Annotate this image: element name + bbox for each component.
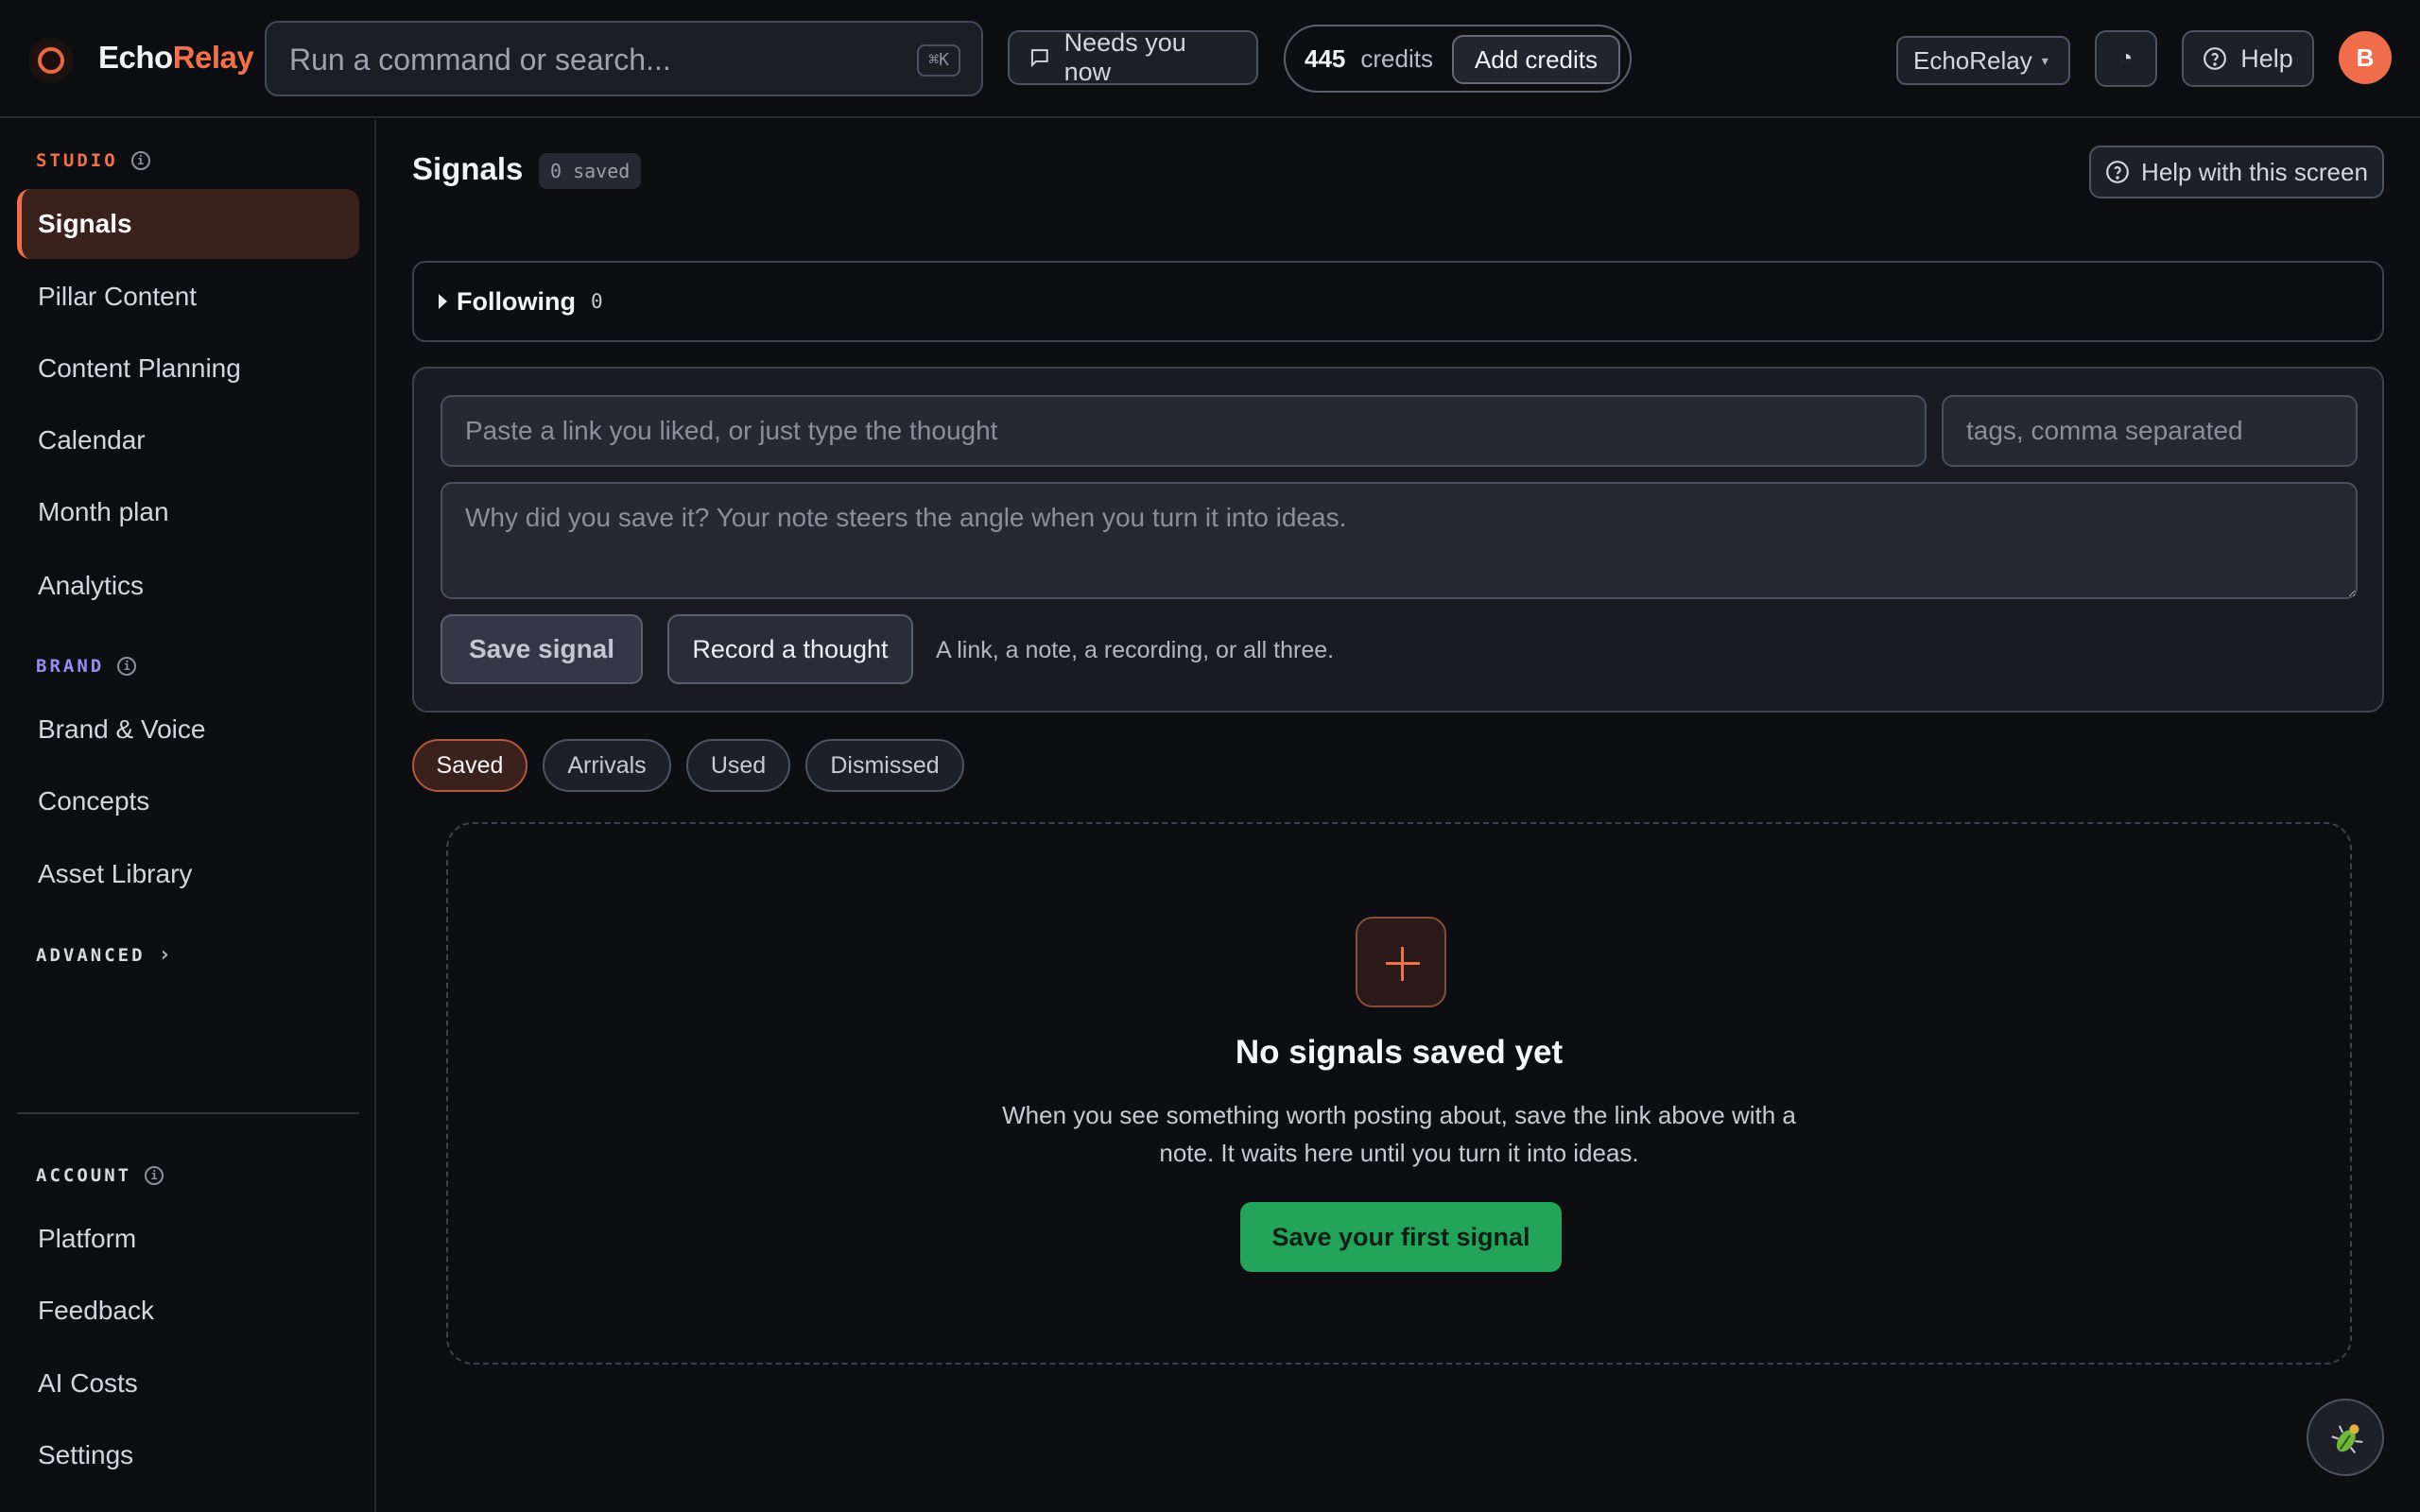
chevron-down-icon: ▾	[2041, 52, 2048, 68]
needs-label: Needs you now	[1063, 28, 1186, 86]
sidebar-item-month-plan[interactable]: Month plan	[17, 477, 359, 547]
tab-used[interactable]: Used	[686, 739, 790, 792]
help-label: Help	[2240, 43, 2293, 73]
caret-right-icon	[439, 294, 447, 309]
theme-icon: ◔	[2118, 45, 2134, 71]
sidebar-item-concepts[interactable]: Concepts	[17, 766, 359, 836]
help-button[interactable]: Help	[2182, 30, 2314, 87]
workspace-switcher[interactable]: EchoRelay ▾	[1896, 36, 2070, 85]
section-label-account: ACCOUNT i	[36, 1165, 164, 1186]
theme-toggle-button[interactable]: ◔	[2095, 30, 2157, 87]
sidebar-item-platform[interactable]: Platform	[17, 1204, 359, 1274]
sidebar-item-analytics[interactable]: Analytics	[17, 551, 359, 621]
credits-count: 445	[1305, 43, 1346, 73]
add-credits-button[interactable]: Add credits	[1451, 35, 1620, 84]
empty-state: No signals saved yet When you see someth…	[446, 822, 2352, 1365]
plus-icon	[1356, 917, 1446, 1007]
credits-pill: 445 credits Add credits	[1284, 25, 1632, 93]
following-count: 0	[590, 290, 603, 313]
help-screen-label: Help with this screen	[2141, 157, 2368, 186]
sidebar-item-content-planning[interactable]: Content Planning	[17, 334, 359, 404]
link-input[interactable]	[441, 395, 1927, 467]
chevron-right-icon: ›	[158, 943, 171, 967]
workspace-label: EchoRelay	[1913, 45, 2032, 75]
avatar[interactable]: B	[2339, 31, 2392, 84]
empty-state-title: No signals saved yet	[1235, 1034, 1564, 1071]
section-label-studio: STUDIO i	[36, 150, 150, 171]
command-search-input[interactable]	[289, 38, 894, 81]
sidebar-item-settings[interactable]: Settings	[17, 1420, 359, 1490]
logo-icon	[28, 38, 74, 83]
saved-count-badge: 0 saved	[539, 153, 642, 189]
sidebar-item-asset-library[interactable]: Asset Library	[17, 839, 359, 909]
record-thought-button[interactable]: Record a thought	[667, 614, 913, 684]
info-icon[interactable]: i	[117, 657, 137, 676]
help-circle-icon	[2204, 47, 2227, 70]
save-first-signal-button[interactable]: Save your first signal	[1240, 1202, 1562, 1272]
tab-arrivals[interactable]: Arrivals	[543, 739, 671, 792]
save-signal-button[interactable]: Save signal	[441, 614, 643, 684]
sidebar-item-calendar[interactable]: Calendar	[17, 405, 359, 475]
brand-name[interactable]: EchoRelay	[98, 40, 254, 76]
bug-icon	[2331, 1424, 2363, 1453]
composer-hint: A link, a note, a recording, or all thre…	[936, 637, 1335, 663]
sidebar-item-pillar-content[interactable]: Pillar Content	[17, 262, 359, 332]
section-label-brand: BRAND i	[36, 656, 137, 677]
credits-label: credits	[1360, 43, 1433, 73]
help-circle-icon	[2106, 161, 2129, 183]
sidebar: STUDIO i Signals Pillar Content Content …	[0, 120, 376, 1512]
sidebar-item-feedback[interactable]: Feedback	[17, 1276, 359, 1346]
tags-input[interactable]	[1942, 395, 2358, 467]
info-icon[interactable]: i	[130, 151, 150, 170]
sidebar-item-brand-voice[interactable]: Brand & Voice	[17, 695, 359, 765]
note-textarea[interactable]	[441, 482, 2358, 599]
signal-composer: Save signal Record a thought A link, a n…	[412, 367, 2384, 713]
shortcut-hint: ⌘K	[917, 44, 960, 77]
tab-saved[interactable]: Saved	[412, 739, 527, 792]
sidebar-item-ai-costs[interactable]: AI Costs	[17, 1349, 359, 1418]
top-bar: EchoRelay ⌘K Needs you now 445 credits A…	[0, 0, 2420, 118]
tab-dismissed[interactable]: Dismissed	[805, 739, 964, 792]
help-with-screen-button[interactable]: Help with this screen	[2089, 146, 2384, 198]
sidebar-divider	[17, 1112, 359, 1114]
section-toggle-advanced[interactable]: ADVANCED ›	[36, 943, 171, 967]
needs-you-now-button[interactable]: Needs you now	[1008, 28, 1258, 86]
command-search[interactable]: ⌘K	[265, 21, 983, 96]
empty-state-text: When you see something worth posting abo…	[1002, 1101, 1796, 1167]
following-toggle[interactable]: Following 0	[412, 261, 2384, 342]
message-square-icon	[1030, 49, 1048, 68]
info-icon[interactable]: i	[145, 1166, 164, 1185]
page-title: Signals	[412, 151, 524, 186]
sidebar-item-signals[interactable]: Signals	[17, 189, 359, 259]
assistant-bug-button[interactable]	[2307, 1399, 2384, 1476]
following-label: Following	[457, 286, 576, 316]
